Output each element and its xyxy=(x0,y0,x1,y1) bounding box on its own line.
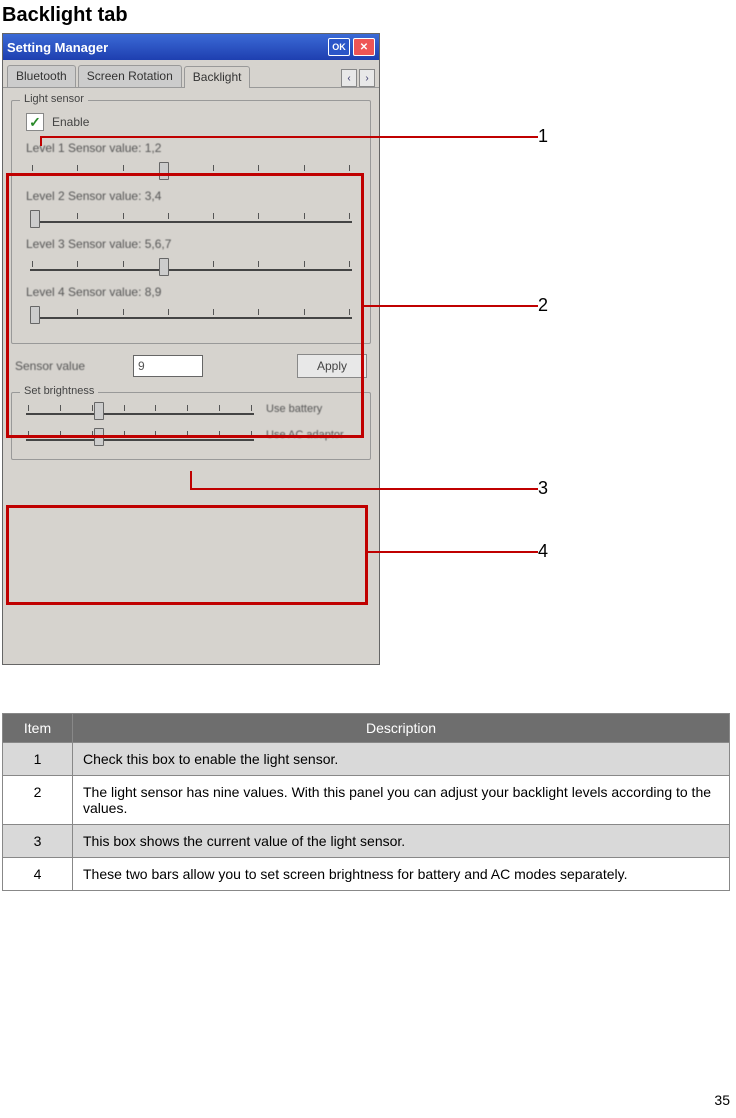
page-title: Backlight tab xyxy=(0,0,736,33)
description-table: Item Description 1 Check this box to ena… xyxy=(2,713,730,891)
cell-item: 3 xyxy=(3,825,73,858)
level-4: Level 4 Sensor value: 8,9 xyxy=(24,285,358,323)
level-3-label: Level 3 Sensor value: 5,6,7 xyxy=(26,237,358,251)
brightness-ac-row: Use AC adaptor xyxy=(20,425,362,445)
battery-label: Use battery xyxy=(266,403,362,415)
callout-line-1 xyxy=(40,136,538,138)
tab-bluetooth[interactable]: Bluetooth xyxy=(7,65,76,87)
brightness-battery-row: Use battery xyxy=(20,399,362,419)
sensor-value-input[interactable] xyxy=(133,355,203,377)
tab-scroll-right[interactable]: › xyxy=(359,69,375,87)
cell-desc: These two bars allow you to set screen b… xyxy=(73,858,730,891)
titlebar: Setting Manager OK ✕ xyxy=(3,34,379,60)
tab-scroll-buttons: ‹ › xyxy=(341,69,375,87)
titlebar-buttons: OK ✕ xyxy=(328,38,375,56)
sensor-value-row: Sensor value Apply xyxy=(11,354,371,378)
level-2-label: Level 2 Sensor value: 3,4 xyxy=(26,189,358,203)
level-1-label: Level 1 Sensor value: 1,2 xyxy=(26,141,358,155)
callout-number-1: 1 xyxy=(538,126,548,147)
tab-screen-rotation[interactable]: Screen Rotation xyxy=(78,65,182,87)
settings-window: Setting Manager OK ✕ Bluetooth Screen Ro… xyxy=(2,33,380,665)
enable-checkbox[interactable]: ✓ xyxy=(26,113,44,131)
table-row: 3 This box shows the current value of th… xyxy=(3,825,730,858)
table-row: 4 These two bars allow you to set screen… xyxy=(3,858,730,891)
cell-desc: Check this box to enable the light senso… xyxy=(73,743,730,776)
cell-desc: This box shows the current value of the … xyxy=(73,825,730,858)
callout-line-4 xyxy=(368,551,538,553)
level-1: Level 1 Sensor value: 1,2 xyxy=(24,141,358,179)
cell-item: 2 xyxy=(3,776,73,825)
tab-scroll-left[interactable]: ‹ xyxy=(341,69,357,87)
apply-button[interactable]: Apply xyxy=(297,354,367,378)
close-button[interactable]: ✕ xyxy=(353,38,375,56)
tab-bar: Bluetooth Screen Rotation Backlight ‹ › xyxy=(3,60,379,88)
page-number: 35 xyxy=(714,1092,730,1108)
light-sensor-label: Light sensor xyxy=(20,93,88,105)
level-4-slider[interactable] xyxy=(30,303,352,323)
enable-row: ✓ Enable xyxy=(26,113,362,131)
screenshot-area: Setting Manager OK ✕ Bluetooth Screen Ro… xyxy=(0,33,560,673)
callout-number-4: 4 xyxy=(538,541,548,562)
level-4-label: Level 4 Sensor value: 8,9 xyxy=(26,285,358,299)
level-1-slider[interactable] xyxy=(30,159,352,179)
callout-line-3 xyxy=(190,488,538,490)
table-row: 2 The light sensor has nine values. With… xyxy=(3,776,730,825)
callout-number-2: 2 xyxy=(538,295,548,316)
th-description: Description xyxy=(73,714,730,743)
enable-label: Enable xyxy=(52,115,89,129)
cell-item: 1 xyxy=(3,743,73,776)
callout-line-3v xyxy=(190,471,192,489)
cell-item: 4 xyxy=(3,858,73,891)
cell-desc: The light sensor has nine values. With t… xyxy=(73,776,730,825)
brightness-label: Set brightness xyxy=(20,385,98,397)
brightness-battery-slider[interactable] xyxy=(26,399,254,419)
level-2-slider[interactable] xyxy=(30,207,352,227)
ok-button[interactable]: OK xyxy=(328,38,350,56)
callout-line-2 xyxy=(364,305,538,307)
backlight-panel: Light sensor ✓ Enable Level 1 Sensor val… xyxy=(3,88,379,466)
ac-label: Use AC adaptor xyxy=(266,429,362,441)
th-item: Item xyxy=(3,714,73,743)
window-title: Setting Manager xyxy=(7,40,328,55)
callout-number-3: 3 xyxy=(538,478,548,499)
callout-line-1v xyxy=(40,136,42,146)
tab-backlight[interactable]: Backlight xyxy=(184,66,251,88)
level-2: Level 2 Sensor value: 3,4 xyxy=(24,189,358,227)
brightness-ac-slider[interactable] xyxy=(26,425,254,445)
levels-container: Level 1 Sensor value: 1,2 Level 2 Sensor… xyxy=(20,135,362,335)
sensor-value-label: Sensor value xyxy=(15,359,125,373)
table-row: 1 Check this box to enable the light sen… xyxy=(3,743,730,776)
brightness-group: Set brightness Use battery Use xyxy=(11,392,371,460)
level-3: Level 3 Sensor value: 5,6,7 xyxy=(24,237,358,275)
level-3-slider[interactable] xyxy=(30,255,352,275)
